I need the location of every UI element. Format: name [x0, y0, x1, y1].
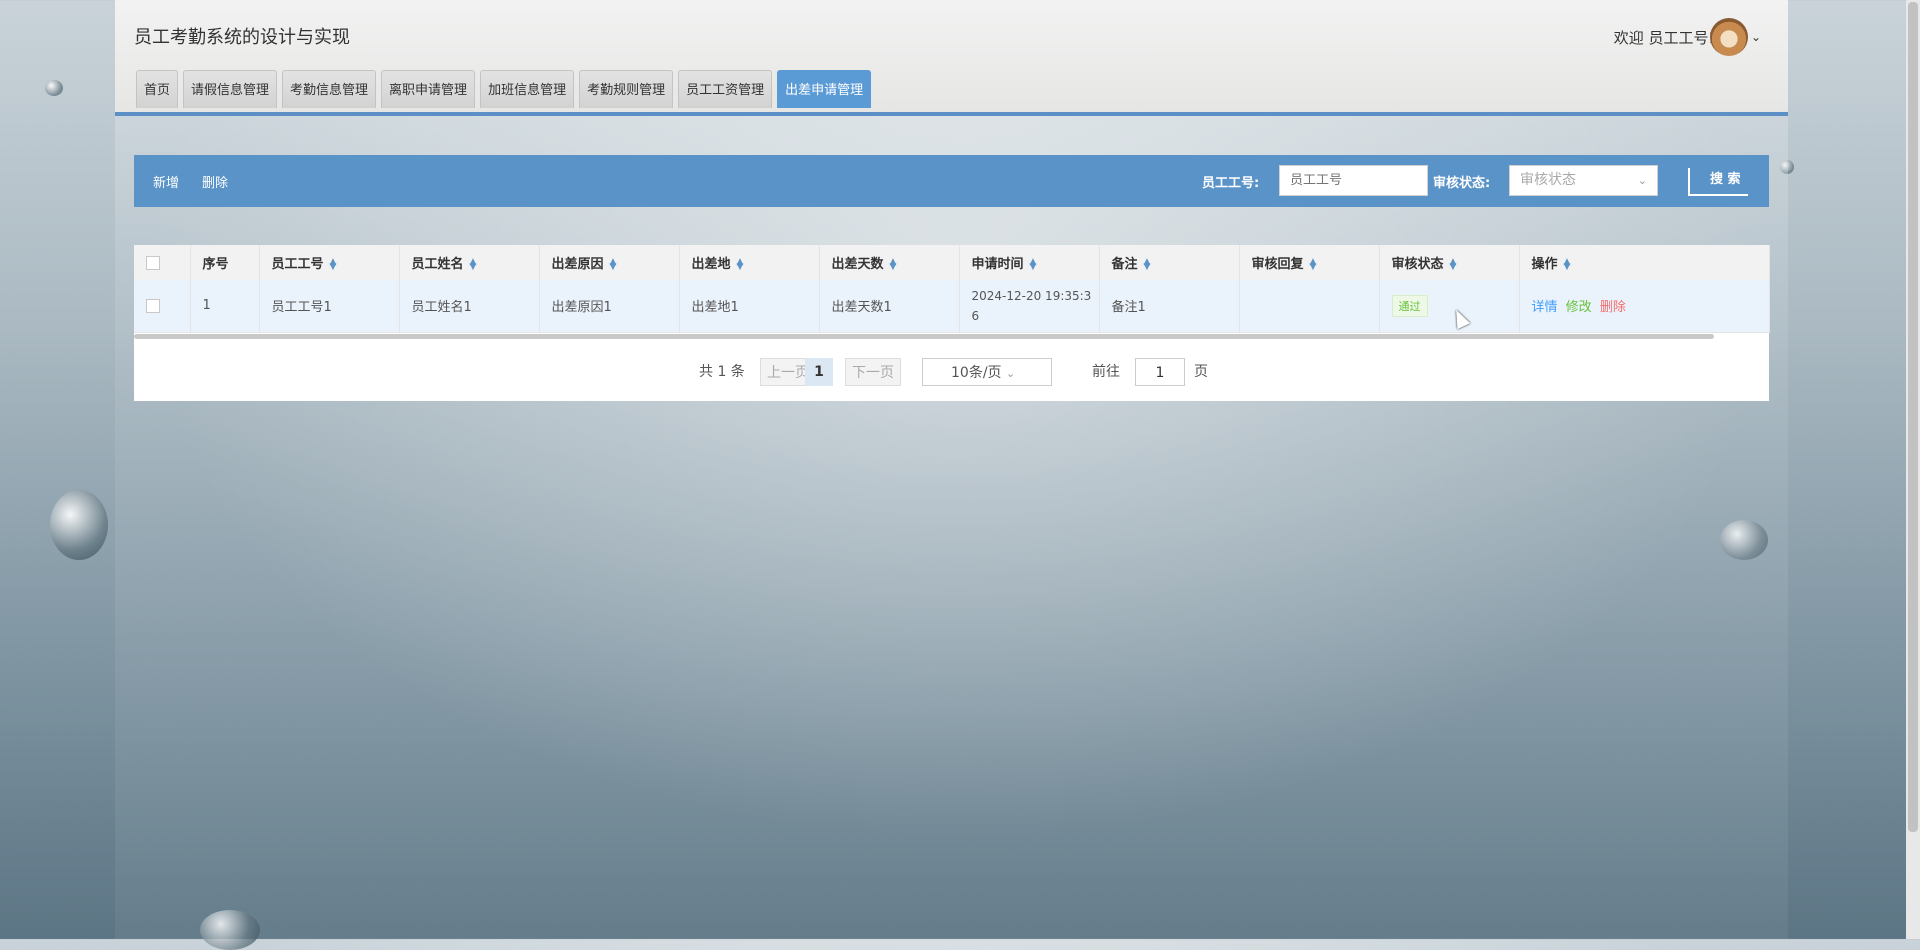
- sort-icon[interactable]: ▲ ▼: [470, 257, 477, 271]
- sort-icon[interactable]: ▲ ▼: [330, 257, 337, 271]
- cell-index: 1: [190, 280, 260, 333]
- tab-leave[interactable]: 请假信息管理: [183, 70, 278, 108]
- rain-drop: [45, 80, 63, 96]
- tab-resignation[interactable]: 离职申请管理: [381, 70, 476, 108]
- sort-icon[interactable]: ▲ ▼: [1144, 257, 1151, 271]
- next-page-button[interactable]: 下一页: [845, 358, 901, 386]
- sort-icon[interactable]: ▲ ▼: [610, 257, 617, 271]
- data-table: 序号 员工工号 ▲ ▼ 员工姓名 ▲ ▼ 出差原因 ▲ ▼ 出差地 ▲ ▼ 出差天数 ▲ ▼ 申请时…: [134, 245, 1770, 401]
- cell-days: 出差天数1: [819, 280, 960, 333]
- column-header[interactable]: 出差原因 ▲ ▼: [539, 245, 680, 280]
- app-title: 员工考勤系统的设计与实现: [134, 27, 350, 48]
- delete-button[interactable]: 删除: [202, 172, 228, 191]
- emp-id-label: 员工工号:: [1202, 176, 1260, 191]
- sort-icon[interactable]: ▲ ▼: [1030, 257, 1037, 271]
- goto-label: 前往: [1092, 364, 1120, 380]
- column-header[interactable]: 员工姓名 ▲ ▼: [399, 245, 540, 280]
- column-header[interactable]: 备注 ▲ ▼: [1099, 245, 1240, 280]
- tab-overtime[interactable]: 加班信息管理: [480, 70, 575, 108]
- column-header[interactable]: 出差地 ▲ ▼: [679, 245, 820, 280]
- avatar[interactable]: [1710, 18, 1748, 56]
- select-all-cell: [134, 245, 191, 280]
- pagination: 共 1 条 上一页 1 下一页 10条/页 ⌄ 前往 1 页: [134, 355, 1769, 386]
- emp-id-input[interactable]: [1279, 165, 1428, 196]
- page-suffix: 页: [1194, 364, 1208, 380]
- pager-total: 共 1 条: [699, 364, 745, 380]
- sort-icon[interactable]: ▲ ▼: [1564, 257, 1571, 271]
- horizontal-scrollbar[interactable]: [134, 334, 1714, 339]
- column-header[interactable]: 员工工号 ▲ ▼: [259, 245, 400, 280]
- cell-ops: 详情 修改 删除: [1519, 280, 1770, 333]
- cell-note: 备注1: [1099, 280, 1240, 333]
- row-select-cell: [134, 280, 191, 333]
- cell-status: 通过: [1379, 280, 1520, 333]
- column-header[interactable]: 申请时间 ▲ ▼: [959, 245, 1100, 280]
- cell-time: 2024-12-20 19:35:3 6: [959, 280, 1100, 333]
- sort-icon[interactable]: ▲ ▼: [1310, 257, 1317, 271]
- column-header: 序号: [190, 245, 260, 280]
- vertical-scrollbar[interactable]: [1906, 0, 1920, 939]
- column-header[interactable]: 操作 ▲ ▼: [1519, 245, 1770, 280]
- chevron-down-icon: ⌄: [1637, 174, 1647, 187]
- cell-emp-id: 员工工号1: [259, 280, 400, 333]
- cell-place: 出差地1: [679, 280, 820, 333]
- rain-drop: [50, 490, 108, 560]
- delete-link[interactable]: 删除: [1600, 300, 1626, 315]
- select-all-checkbox[interactable]: [146, 255, 160, 270]
- status-select[interactable]: 审核状态 ⌄: [1509, 165, 1658, 196]
- page-number-current[interactable]: 1: [805, 358, 833, 386]
- status-badge: 通过: [1391, 294, 1428, 317]
- scrollbar-thumb[interactable]: [1908, 2, 1918, 832]
- table-row[interactable]: 1 员工工号1 员工姓名1 出差原因1 出差地1 出差天数1 2024-12-2…: [134, 280, 1770, 333]
- welcome-text: 欢迎 员工工号1: [1613, 29, 1718, 47]
- cell-emp-name: 员工姓名1: [399, 280, 540, 333]
- tab-attendance[interactable]: 考勤信息管理: [282, 70, 377, 108]
- sort-icon[interactable]: ▲ ▼: [1450, 257, 1457, 271]
- cell-reason: 出差原因1: [539, 280, 680, 333]
- sort-icon[interactable]: ▲ ▼: [890, 257, 897, 271]
- goto-page-input[interactable]: 1: [1135, 358, 1185, 386]
- add-button[interactable]: 新增: [153, 172, 179, 191]
- tab-attendance-rules[interactable]: 考勤规则管理: [579, 70, 674, 108]
- table-header-row: 序号 员工工号 ▲ ▼ 员工姓名 ▲ ▼ 出差原因 ▲ ▼ 出差地 ▲ ▼ 出差天数 ▲ ▼ 申请时…: [134, 245, 1770, 280]
- row-checkbox[interactable]: [146, 298, 160, 313]
- toolbar: 新增 删除 员工工号: 审核状态: 审核状态 ⌄ 搜 索: [134, 155, 1769, 207]
- search-button[interactable]: 搜 索: [1688, 168, 1748, 196]
- edit-link[interactable]: 修改: [1566, 300, 1592, 315]
- tab-home[interactable]: 首页: [136, 70, 179, 108]
- tab-salary[interactable]: 员工工资管理: [678, 70, 773, 108]
- cell-reply: [1239, 280, 1380, 333]
- column-header[interactable]: 出差天数 ▲ ▼: [819, 245, 960, 280]
- detail-link[interactable]: 详情: [1532, 300, 1558, 315]
- column-header[interactable]: 审核回复 ▲ ▼: [1239, 245, 1380, 280]
- column-header[interactable]: 审核状态 ▲ ▼: [1379, 245, 1520, 280]
- tab-business-trip[interactable]: 出差申请管理: [777, 70, 872, 108]
- nav-tabs: 首页 请假信息管理 考勤信息管理 离职申请管理 加班信息管理 考勤规则管理 员工…: [136, 70, 872, 108]
- chevron-down-icon: ⌄: [1005, 367, 1016, 380]
- sort-icon[interactable]: ▲ ▼: [737, 257, 744, 271]
- main-page: 员工考勤系统的设计与实现 欢迎 员工工号1 ⌄ 首页 请假信息管理 考勤信息管理…: [115, 0, 1788, 939]
- status-label: 审核状态:: [1433, 176, 1491, 191]
- header: 员工考勤系统的设计与实现 欢迎 员工工号1 ⌄ 首页 请假信息管理 考勤信息管理…: [115, 0, 1788, 116]
- chevron-down-icon[interactable]: ⌄: [1751, 30, 1761, 44]
- status-select-value: 审核状态: [1520, 172, 1576, 188]
- page-size-select[interactable]: 10条/页 ⌄: [922, 358, 1052, 386]
